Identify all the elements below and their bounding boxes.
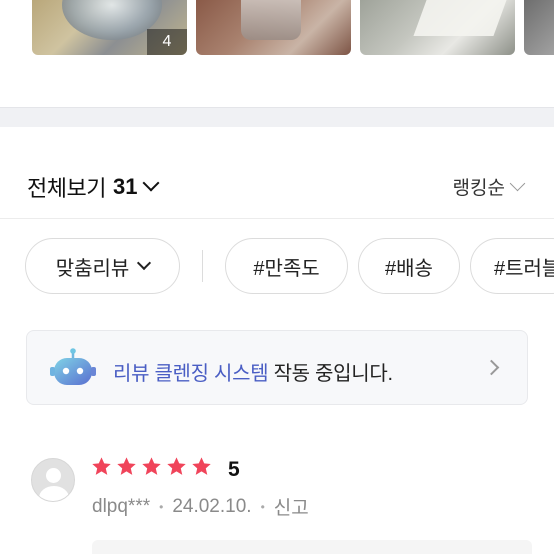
star-icon (117, 457, 136, 475)
tag-filter-satisfaction[interactable]: #만족도 (225, 238, 348, 294)
review-author: dlpq*** (92, 495, 151, 517)
tag-filter-delivery[interactable]: #배송 (358, 238, 460, 294)
separator-dot: • (159, 499, 164, 514)
chevron-right-icon (483, 359, 500, 376)
tag-label: #배송 (385, 257, 433, 280)
filter-separator (202, 250, 203, 282)
review-list-header: 전체보기 31 랭킹순 (0, 127, 554, 219)
star-icon (92, 457, 111, 475)
review-photo-thumbnail[interactable] (524, 0, 554, 55)
star-icon (167, 457, 186, 475)
tag-label: #트러블 (494, 257, 554, 280)
review-cleansing-banner[interactable]: 리뷰 클렌징 시스템 작동 중입니다. (26, 330, 528, 405)
view-all-dropdown[interactable]: 전체보기 31 (27, 171, 160, 203)
avatar (31, 458, 75, 502)
sort-dropdown[interactable]: 랭킹순 (452, 173, 526, 200)
star-icon (192, 457, 211, 475)
review-photo-thumbnail[interactable]: 4 (32, 0, 187, 55)
review-photo-strip: 4 (0, 0, 554, 60)
chevron-down-icon (137, 255, 152, 271)
cleansing-highlight-text: 리뷰 클렌징 시스템 (113, 363, 269, 385)
review-date: 24.02.10. (172, 495, 252, 517)
section-divider (0, 107, 554, 127)
star-icon (142, 457, 161, 475)
filter-chip-row: 맞춤리뷰 #만족도 #배송 #트러블 (0, 238, 554, 294)
tag-filter-trouble[interactable]: #트러블 (470, 238, 554, 294)
cleansing-rest-text: 작동 중입니다. (268, 363, 393, 385)
custom-review-label: 맞춤리뷰 (55, 257, 130, 280)
separator-dot: • (260, 499, 265, 514)
review-content-preview (92, 540, 532, 554)
review-photo-thumbnail[interactable] (196, 0, 351, 55)
chevron-down-icon (142, 174, 160, 192)
review-item: 5 dlpq*** • 24.02.10. • 신고 (0, 452, 554, 554)
review-meta: dlpq*** • 24.02.10. • 신고 (92, 493, 309, 520)
view-all-label: 전체보기 (27, 176, 106, 201)
cleansing-banner-text: 리뷰 클렌징 시스템 작동 중입니다. (113, 357, 393, 386)
chevron-down-icon (509, 175, 526, 191)
custom-review-filter-button[interactable]: 맞춤리뷰 (25, 238, 180, 294)
robot-icon (50, 348, 96, 385)
review-photo-thumbnail[interactable] (360, 0, 515, 55)
tag-label: #만족도 (253, 257, 320, 280)
review-count: 31 (112, 174, 138, 199)
photo-count-badge: 4 (147, 29, 187, 55)
star-rating (91, 456, 216, 477)
sort-label: 랭킹순 (452, 178, 505, 199)
report-link[interactable]: 신고 (274, 493, 309, 520)
rating-value: 5 (228, 458, 240, 481)
